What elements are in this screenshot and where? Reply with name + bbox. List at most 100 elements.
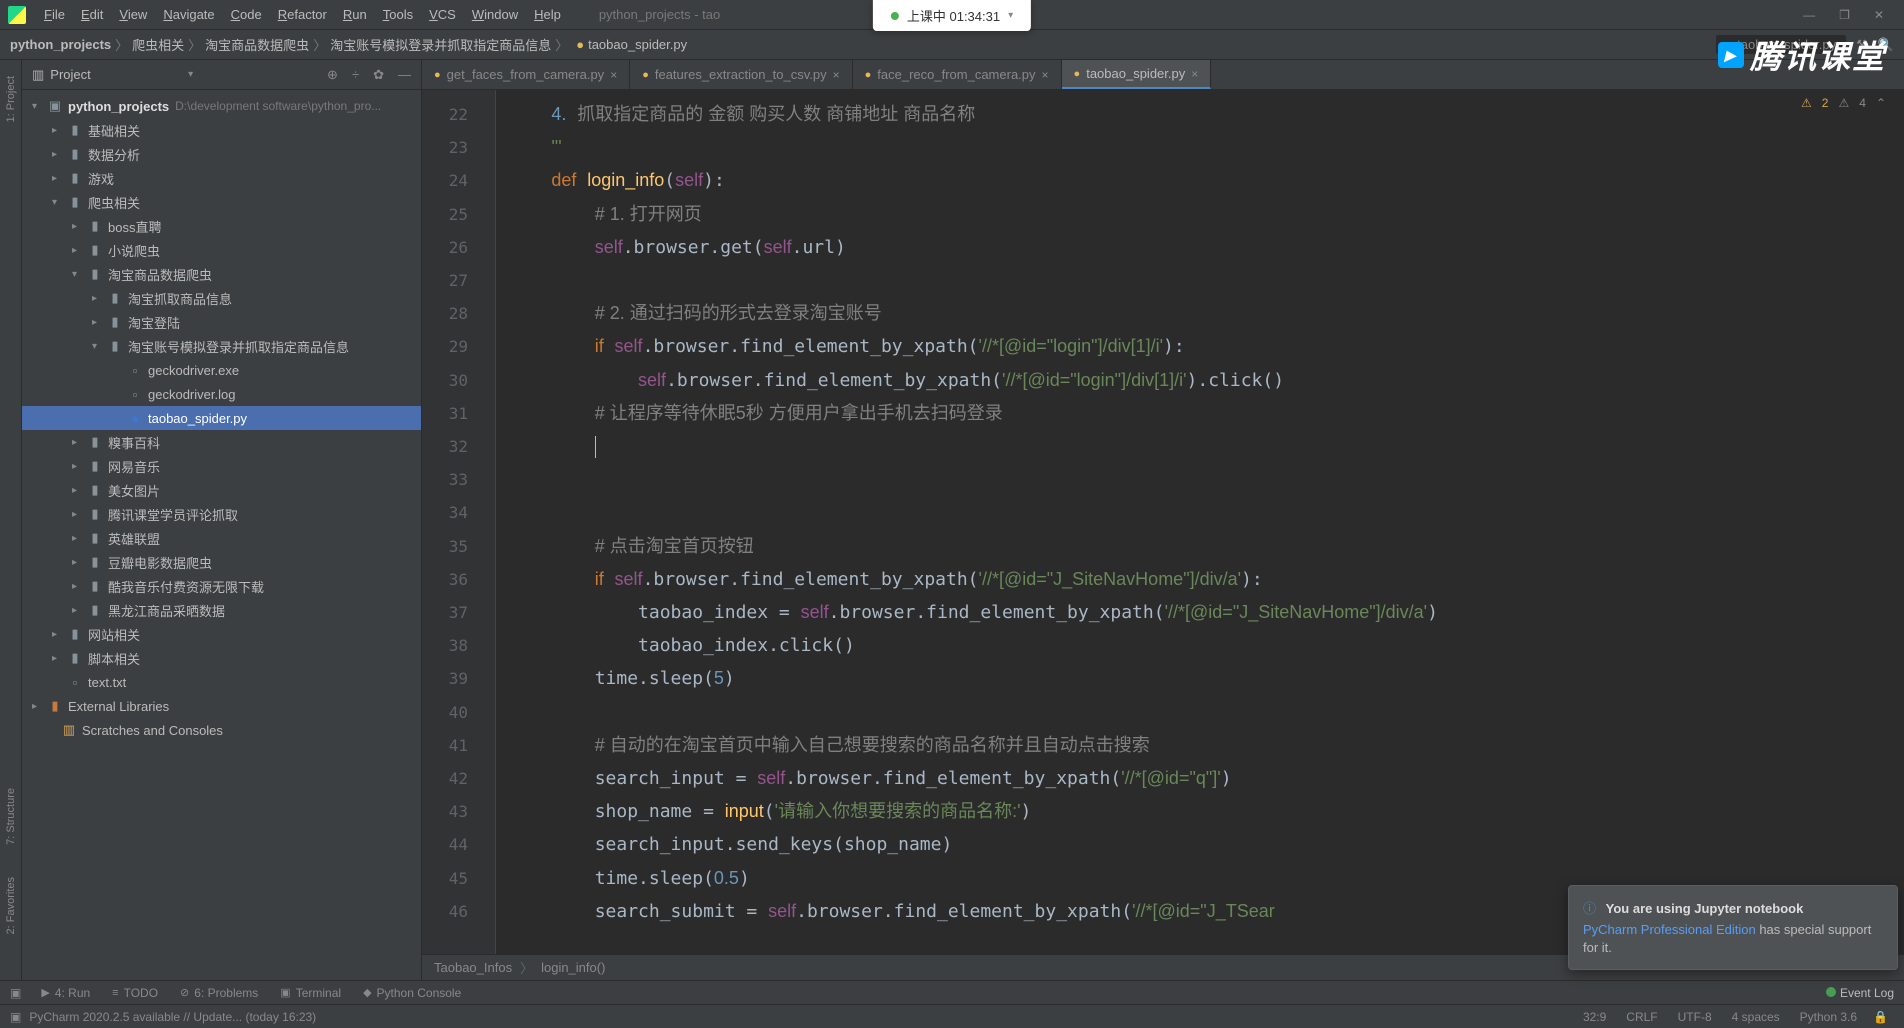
tree-item[interactable]: ▮数据分析 — [22, 142, 421, 166]
tool-problems[interactable]: ⊘6: Problems — [180, 986, 258, 1000]
chevron-down-icon[interactable] — [52, 197, 66, 208]
chevron-down-icon[interactable] — [72, 269, 86, 280]
menu-code[interactable]: Code — [223, 3, 270, 26]
tool-todo[interactable]: ≡TODO — [112, 986, 158, 1000]
tree-item[interactable]: ▮淘宝账号模拟登录并抓取指定商品信息 — [22, 334, 421, 358]
event-log-button[interactable]: Event Log — [1826, 986, 1894, 1000]
editor-tab[interactable]: ●features_extraction_to_csv.py× — [630, 60, 852, 89]
tree-item[interactable]: ▮淘宝登陆 — [22, 310, 421, 334]
chevron-right-icon[interactable] — [52, 125, 66, 136]
chevron-right-icon[interactable] — [92, 317, 106, 328]
tree-item[interactable]: ▮淘宝商品数据爬虫 — [22, 262, 421, 286]
editor-tab[interactable]: ●get_faces_from_camera.py× — [422, 60, 630, 89]
tool-terminal[interactable]: ▣Terminal — [280, 986, 341, 1000]
chevron-right-icon[interactable] — [72, 533, 86, 544]
chevron-right-icon[interactable] — [72, 605, 86, 616]
tree-item[interactable]: ▮网易音乐 — [22, 454, 421, 478]
tree-item[interactable]: ▫text.txt — [22, 670, 421, 694]
file-encoding[interactable]: UTF-8 — [1668, 1010, 1722, 1024]
editor-tab[interactable]: ●face_reco_from_camera.py× — [853, 60, 1062, 89]
chevron-right-icon[interactable] — [52, 653, 66, 664]
editor-tab[interactable]: ●taobao_spider.py× — [1062, 60, 1212, 89]
chevron-right-icon[interactable] — [52, 629, 66, 640]
project-tree[interactable]: ▣ python_projects D:\development softwar… — [22, 90, 421, 980]
streaming-status-pill[interactable]: 上课中 01:34:31 ▾ — [873, 0, 1031, 31]
breadcrumb-item[interactable]: 爬虫相关 — [132, 35, 184, 54]
python-interpreter[interactable]: Python 3.6 — [1790, 1010, 1867, 1024]
tree-item[interactable]: ●taobao_spider.py — [22, 406, 421, 430]
chevron-right-icon[interactable] — [72, 557, 86, 568]
breadcrumb-function[interactable]: login_info() — [541, 960, 605, 975]
chevron-down-icon[interactable] — [92, 341, 106, 352]
chevron-right-icon[interactable] — [92, 293, 106, 304]
status-message[interactable]: PyCharm 2020.2.5 available // Update... … — [29, 1010, 1573, 1024]
tree-item[interactable]: ▮糗事百科 — [22, 430, 421, 454]
breadcrumb-class[interactable]: Taobao_Infos — [434, 960, 512, 975]
fold-gutter[interactable] — [478, 90, 496, 954]
tree-item[interactable]: ▮脚本相关 — [22, 646, 421, 670]
menu-refactor[interactable]: Refactor — [270, 3, 335, 26]
tree-item[interactable]: ▮美女图片 — [22, 478, 421, 502]
chevron-right-icon[interactable] — [72, 485, 86, 496]
close-icon[interactable]: × — [1042, 68, 1049, 82]
menu-window[interactable]: Window — [464, 3, 526, 26]
tree-external-libraries[interactable]: ▮ External Libraries — [22, 694, 421, 718]
expand-icon[interactable]: ÷ — [352, 67, 359, 83]
notification-link[interactable]: PyCharm Professional Edition — [1583, 922, 1756, 937]
gear-icon[interactable]: ✿ — [373, 67, 384, 83]
messages-icon[interactable]: ▣ — [10, 986, 21, 1000]
close-icon[interactable]: × — [610, 68, 617, 82]
menu-edit[interactable]: Edit — [73, 3, 111, 26]
chevron-right-icon[interactable] — [52, 149, 66, 160]
chevron-down-icon[interactable] — [32, 101, 46, 112]
tree-item[interactable]: ▮腾讯课堂学员评论抓取 — [22, 502, 421, 526]
close-icon[interactable]: × — [1191, 67, 1198, 81]
tree-item[interactable]: ▫geckodriver.exe — [22, 358, 421, 382]
tree-item[interactable]: ▮游戏 — [22, 166, 421, 190]
menu-view[interactable]: View — [111, 3, 155, 26]
tree-item[interactable]: ▮英雄联盟 — [22, 526, 421, 550]
line-number-gutter[interactable]: 22 23 24 25 26 27 28 29 30 31 32 33 34 3… — [422, 90, 478, 954]
menu-navigate[interactable]: Navigate — [155, 3, 222, 26]
chevron-down-icon[interactable]: ▾ — [188, 69, 193, 80]
chevron-right-icon[interactable] — [72, 245, 86, 256]
tree-item[interactable]: ▮网站相关 — [22, 622, 421, 646]
tree-item[interactable]: ▫geckodriver.log — [22, 382, 421, 406]
inspection-status[interactable]: ⚠2 ⚠4 ⌃ — [1801, 96, 1886, 110]
chevron-right-icon[interactable] — [72, 461, 86, 472]
breadcrumb-item[interactable]: python_projects — [10, 37, 111, 52]
indent-setting[interactable]: 4 spaces — [1722, 1010, 1790, 1024]
tree-item[interactable]: ▮酷我音乐付费资源无限下载 — [22, 574, 421, 598]
menu-run[interactable]: Run — [335, 3, 375, 26]
chevron-right-icon[interactable] — [72, 581, 86, 592]
tool-pythonconsole[interactable]: ◆Python Console — [363, 986, 461, 1000]
locate-icon[interactable]: ⊕ — [327, 67, 338, 83]
notification-popup[interactable]: ⓘ You are using Jupyter notebook PyCharm… — [1568, 885, 1898, 970]
tool-run[interactable]: ▶4: Run — [41, 986, 90, 1000]
tree-item[interactable]: ▮boss直聘 — [22, 214, 421, 238]
menu-vcs[interactable]: VCS — [421, 3, 464, 26]
tree-root[interactable]: ▣ python_projects D:\development softwar… — [22, 94, 421, 118]
chevron-right-icon[interactable] — [72, 509, 86, 520]
lock-icon[interactable]: 🔒 — [1867, 1010, 1894, 1024]
breadcrumb-item[interactable]: 淘宝账号模拟登录并抓取指定商品信息 — [330, 35, 551, 54]
close-icon[interactable]: × — [833, 68, 840, 82]
maximize-button[interactable]: ❐ — [1839, 8, 1850, 22]
tree-item[interactable]: ▮淘宝抓取商品信息 — [22, 286, 421, 310]
tree-item[interactable]: ▮基础相关 — [22, 118, 421, 142]
chevron-down-icon[interactable]: ▾ — [1008, 10, 1013, 21]
tool-structure-tab[interactable]: 7: Structure — [3, 782, 19, 851]
tree-item[interactable]: ▮黑龙江商品采晒数据 — [22, 598, 421, 622]
tool-favorites-tab[interactable]: 2: Favorites — [3, 871, 19, 940]
menu-help[interactable]: Help — [526, 3, 569, 26]
tree-item[interactable]: ▮小说爬虫 — [22, 238, 421, 262]
menu-tools[interactable]: Tools — [375, 3, 421, 26]
line-separator[interactable]: CRLF — [1616, 1010, 1667, 1024]
tree-item[interactable]: ▮爬虫相关 — [22, 190, 421, 214]
tree-item[interactable]: ▮豆瓣电影数据爬虫 — [22, 550, 421, 574]
chevron-up-down-icon[interactable]: ⌃ — [1876, 96, 1886, 110]
tool-project-tab[interactable]: 1: Project — [3, 70, 19, 128]
chevron-right-icon[interactable] — [72, 221, 86, 232]
chevron-right-icon[interactable] — [32, 701, 46, 712]
tree-scratches[interactable]: ▥ Scratches and Consoles — [22, 718, 421, 742]
